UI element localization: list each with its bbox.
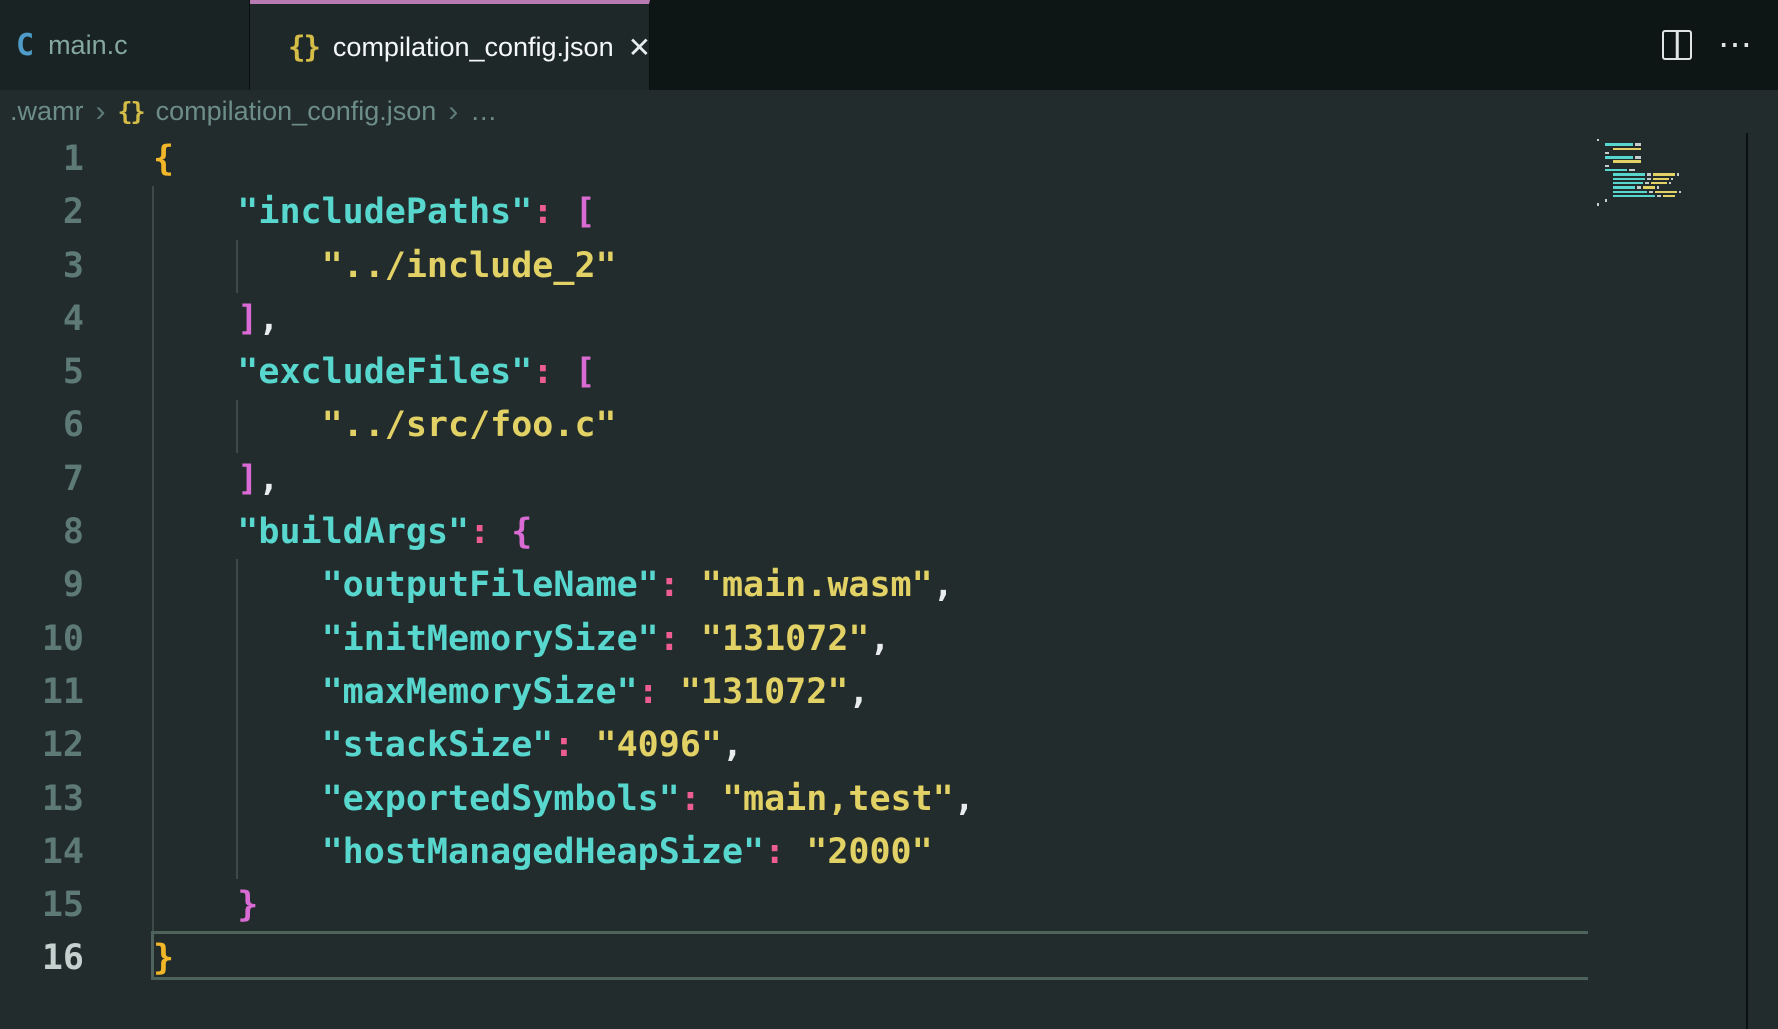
- line-number: 10: [0, 613, 84, 666]
- code-content: }: [153, 879, 258, 932]
- code-line[interactable]: 15 }: [0, 879, 1600, 932]
- code-line[interactable]: 10 "initMemorySize": "131072",: [0, 613, 1600, 666]
- code-content: "buildArgs": {: [153, 506, 532, 559]
- code-line[interactable]: 4 ],: [0, 293, 1600, 346]
- tab-label: main.c: [48, 30, 128, 61]
- c-language-icon: C: [16, 28, 34, 63]
- minimap-line: [1597, 202, 1747, 206]
- line-number: 5: [0, 346, 84, 399]
- line-number: 2: [0, 186, 84, 239]
- split-editor-icon[interactable]: [1662, 30, 1692, 60]
- more-actions-icon[interactable]: ⋯: [1718, 35, 1754, 55]
- tab-main-c[interactable]: C main.c: [0, 0, 250, 90]
- tab-label: compilation_config.json: [333, 32, 614, 63]
- line-number: 12: [0, 719, 84, 772]
- line-number: 8: [0, 506, 84, 559]
- code-content: "stackSize": "4096",: [153, 719, 743, 772]
- chevron-right-icon: ›: [96, 98, 106, 125]
- code-content: {: [153, 133, 174, 186]
- line-number: 7: [0, 453, 84, 506]
- code-content: "initMemorySize": "131072",: [153, 613, 891, 666]
- close-tab-icon[interactable]: ✕: [628, 31, 651, 64]
- chevron-right-icon: ›: [448, 98, 458, 125]
- line-number: 9: [0, 559, 84, 612]
- line-number: 1: [0, 133, 84, 186]
- breadcrumb-file[interactable]: compilation_config.json: [156, 96, 437, 127]
- code-content: "includePaths": [: [153, 186, 596, 239]
- scrollbar-divider: [1746, 133, 1748, 1029]
- breadcrumb-symbol[interactable]: …: [470, 96, 497, 127]
- code-content: "outputFileName": "main.wasm",: [153, 559, 954, 612]
- vscode-editor-window: C main.c {} compilation_config.json ✕ ⋯ …: [0, 0, 1778, 1029]
- breadcrumb-folder[interactable]: .wamr: [10, 96, 84, 127]
- code-line[interactable]: 11 "maxMemorySize": "131072",: [0, 666, 1600, 719]
- code-line[interactable]: 12 "stackSize": "4096",: [0, 719, 1600, 772]
- code-line[interactable]: 3 "../include_2": [0, 240, 1600, 293]
- line-number: 13: [0, 773, 84, 826]
- code-line[interactable]: 7 ],: [0, 453, 1600, 506]
- code-line[interactable]: 1{: [0, 133, 1600, 186]
- code-line[interactable]: 14 "hostManagedHeapSize": "2000": [0, 826, 1600, 879]
- code-line[interactable]: 8 "buildArgs": {: [0, 506, 1600, 559]
- code-content: }: [153, 932, 174, 985]
- code-content: ],: [153, 293, 279, 346]
- editor-actions: ⋯: [1662, 0, 1778, 90]
- line-number: 14: [0, 826, 84, 879]
- code-line[interactable]: 13 "exportedSymbols": "main,test",: [0, 773, 1600, 826]
- minimap[interactable]: [1597, 138, 1747, 207]
- code-line[interactable]: 16}: [0, 932, 1600, 985]
- code-editor[interactable]: 1{2 "includePaths": [3 "../include_2"4 ]…: [0, 133, 1778, 1029]
- code-lines: 1{2 "includePaths": [3 "../include_2"4 ]…: [0, 133, 1600, 986]
- code-content: "hostManagedHeapSize": "2000": [153, 826, 933, 879]
- tab-compilation-config-json[interactable]: {} compilation_config.json ✕: [250, 0, 650, 90]
- code-content: "../src/foo.c": [153, 399, 617, 452]
- code-line[interactable]: 5 "excludeFiles": [: [0, 346, 1600, 399]
- code-content: "maxMemorySize": "131072",: [153, 666, 869, 719]
- line-number: 15: [0, 879, 84, 932]
- code-content: "../include_2": [153, 240, 617, 293]
- json-braces-icon: {}: [288, 30, 319, 64]
- editor-tab-bar: C main.c {} compilation_config.json ✕ ⋯: [0, 0, 1778, 90]
- line-number: 16: [0, 932, 84, 985]
- line-number: 4: [0, 293, 84, 346]
- code-content: "excludeFiles": [: [153, 346, 596, 399]
- code-line[interactable]: 6 "../src/foo.c": [0, 399, 1600, 452]
- code-content: ],: [153, 453, 279, 506]
- breadcrumb: .wamr › {} compilation_config.json › …: [0, 90, 1778, 133]
- line-number: 6: [0, 399, 84, 452]
- json-braces-icon: {}: [118, 97, 144, 126]
- line-number: 3: [0, 240, 84, 293]
- line-number: 11: [0, 666, 84, 719]
- code-content: "exportedSymbols": "main,test",: [153, 773, 975, 826]
- code-line[interactable]: 2 "includePaths": [: [0, 186, 1600, 239]
- code-line[interactable]: 9 "outputFileName": "main.wasm",: [0, 559, 1600, 612]
